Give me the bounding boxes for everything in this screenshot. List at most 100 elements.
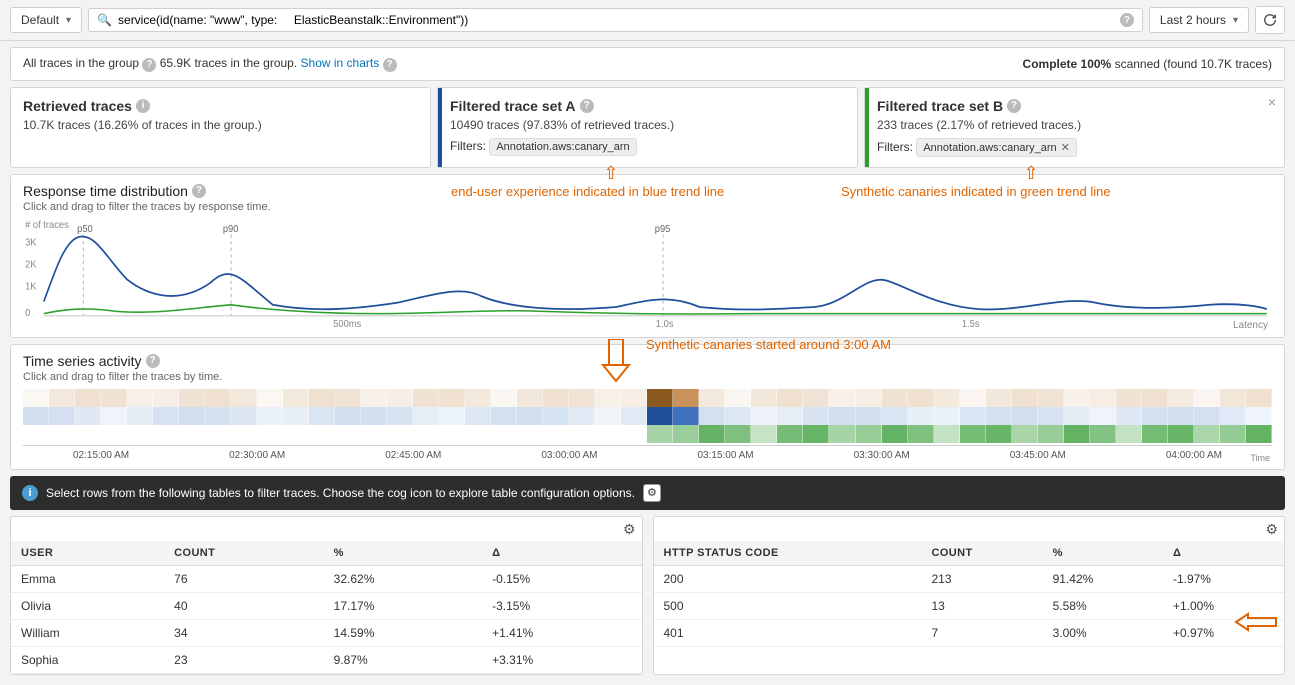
refresh-button[interactable] bbox=[1255, 6, 1285, 34]
heatmap-cell[interactable] bbox=[725, 389, 751, 407]
heatmap-cell[interactable] bbox=[101, 407, 127, 425]
heatmap-cell[interactable] bbox=[387, 407, 413, 425]
heatmap-cell[interactable] bbox=[179, 425, 205, 443]
heatmap-cell[interactable] bbox=[751, 389, 777, 407]
column-header[interactable]: COUNT bbox=[921, 541, 1042, 566]
heatmap-cell[interactable] bbox=[803, 389, 829, 407]
heatmap-cell[interactable] bbox=[257, 425, 283, 443]
heatmap-cell[interactable] bbox=[439, 389, 465, 407]
heatmap-cell[interactable] bbox=[517, 407, 543, 425]
heatmap-cell[interactable] bbox=[960, 407, 986, 425]
heatmap-cell[interactable] bbox=[882, 389, 908, 407]
heatmap-cell[interactable] bbox=[153, 407, 179, 425]
heatmap-cell[interactable] bbox=[856, 389, 882, 407]
heatmap-cell[interactable] bbox=[751, 425, 777, 443]
heatmap-cell[interactable] bbox=[856, 407, 882, 425]
heatmap-cell[interactable] bbox=[1220, 389, 1246, 407]
heatmap-cell[interactable] bbox=[179, 407, 205, 425]
close-icon[interactable]: × bbox=[1268, 94, 1276, 110]
cog-icon[interactable]: ⚙ bbox=[643, 484, 661, 502]
heatmap-cell[interactable] bbox=[986, 407, 1012, 425]
heatmap-cell[interactable] bbox=[1194, 407, 1220, 425]
heatmap-cell[interactable] bbox=[1168, 425, 1194, 443]
heatmap-cell[interactable] bbox=[205, 425, 231, 443]
help-icon[interactable]: i bbox=[136, 99, 150, 113]
column-header[interactable]: Δ bbox=[1163, 541, 1284, 566]
filter-chip[interactable]: Annotation.aws:canary_arn bbox=[489, 138, 636, 156]
heatmap-cell[interactable] bbox=[153, 389, 179, 407]
heatmap-cell[interactable] bbox=[1038, 425, 1064, 443]
heatmap-cell[interactable] bbox=[283, 389, 309, 407]
heatmap-cell[interactable] bbox=[908, 407, 934, 425]
heatmap-cell[interactable] bbox=[934, 389, 960, 407]
heatmap-cell[interactable] bbox=[465, 389, 491, 407]
heatmap-cell[interactable] bbox=[934, 407, 960, 425]
heatmap-cell[interactable] bbox=[960, 389, 986, 407]
heatmap-cell[interactable] bbox=[1220, 425, 1246, 443]
heatmap-cell[interactable] bbox=[439, 407, 465, 425]
heatmap-cell[interactable] bbox=[829, 407, 855, 425]
table-row[interactable]: William3414.59%+1.41% bbox=[11, 619, 642, 646]
heatmap-cell[interactable] bbox=[309, 389, 335, 407]
filter-chip[interactable]: Annotation.aws:canary_arn✕ bbox=[916, 138, 1077, 157]
heatmap-cell[interactable] bbox=[491, 389, 517, 407]
heatmap-cell[interactable] bbox=[1246, 407, 1272, 425]
heatmap-cell[interactable] bbox=[543, 407, 569, 425]
column-header[interactable]: USER bbox=[11, 541, 164, 566]
heatmap-cell[interactable] bbox=[882, 407, 908, 425]
heatmap-cell[interactable] bbox=[647, 407, 673, 425]
heatmap-cell[interactable] bbox=[75, 425, 101, 443]
heatmap-cell[interactable] bbox=[1246, 425, 1272, 443]
heatmap-cell[interactable] bbox=[1194, 389, 1220, 407]
heatmap-cell[interactable] bbox=[517, 425, 543, 443]
heatmap-cell[interactable] bbox=[934, 425, 960, 443]
column-header[interactable]: % bbox=[1043, 541, 1163, 566]
heatmap-cell[interactable] bbox=[882, 425, 908, 443]
heatmap-cell[interactable] bbox=[856, 425, 882, 443]
heatmap-cell[interactable] bbox=[647, 389, 673, 407]
heatmap-cell[interactable] bbox=[23, 425, 49, 443]
heatmap-cell[interactable] bbox=[465, 407, 491, 425]
heatmap-cell[interactable] bbox=[413, 389, 439, 407]
heatmap-cell[interactable] bbox=[231, 389, 257, 407]
heatmap-cell[interactable] bbox=[829, 425, 855, 443]
heatmap-cell[interactable] bbox=[986, 389, 1012, 407]
heatmap-cell[interactable] bbox=[1090, 407, 1116, 425]
gear-icon[interactable]: ⚙ bbox=[623, 521, 636, 538]
heatmap-cell[interactable] bbox=[127, 407, 153, 425]
heatmap-cell[interactable] bbox=[569, 425, 595, 443]
column-header[interactable]: Δ bbox=[482, 541, 641, 566]
heatmap-cell[interactable] bbox=[1142, 389, 1168, 407]
heatmap-cell[interactable] bbox=[335, 389, 361, 407]
heatmap-cell[interactable] bbox=[283, 407, 309, 425]
help-icon[interactable]: ? bbox=[192, 184, 206, 198]
heatmap-cell[interactable] bbox=[908, 389, 934, 407]
heatmap-cell[interactable] bbox=[829, 389, 855, 407]
heatmap-cell[interactable] bbox=[1038, 389, 1064, 407]
heatmap-cell[interactable] bbox=[101, 389, 127, 407]
help-icon[interactable]: ? bbox=[1120, 13, 1134, 27]
heatmap-cell[interactable] bbox=[1246, 389, 1272, 407]
search-input[interactable] bbox=[118, 13, 1114, 27]
heatmap-cell[interactable] bbox=[725, 407, 751, 425]
gear-icon[interactable]: ⚙ bbox=[1265, 521, 1278, 538]
heatmap-cell[interactable] bbox=[673, 407, 699, 425]
table-row[interactable]: Emma7632.62%-0.15% bbox=[11, 565, 642, 592]
column-header[interactable]: HTTP STATUS CODE bbox=[654, 541, 922, 566]
heatmap-cell[interactable] bbox=[1012, 425, 1038, 443]
heatmap-cell[interactable] bbox=[205, 389, 231, 407]
heatmap-cell[interactable] bbox=[101, 425, 127, 443]
heatmap-cell[interactable] bbox=[569, 389, 595, 407]
table-row[interactable]: Sophia239.87%+3.31% bbox=[11, 646, 642, 673]
heatmap-cell[interactable] bbox=[1220, 407, 1246, 425]
heatmap-cell[interactable] bbox=[986, 425, 1012, 443]
show-in-charts-link[interactable]: Show in charts bbox=[301, 56, 380, 70]
heatmap-cell[interactable] bbox=[465, 425, 491, 443]
heatmap-cell[interactable] bbox=[309, 425, 335, 443]
heatmap-cell[interactable] bbox=[673, 389, 699, 407]
heatmap-cell[interactable] bbox=[777, 425, 803, 443]
heatmap-cell[interactable] bbox=[491, 425, 517, 443]
help-icon[interactable]: ? bbox=[383, 58, 397, 72]
response-distribution-chart[interactable]: # of traces 3K 2K 1K 0 p50 p90 p95 500ms… bbox=[23, 219, 1272, 329]
heatmap-cell[interactable] bbox=[569, 407, 595, 425]
